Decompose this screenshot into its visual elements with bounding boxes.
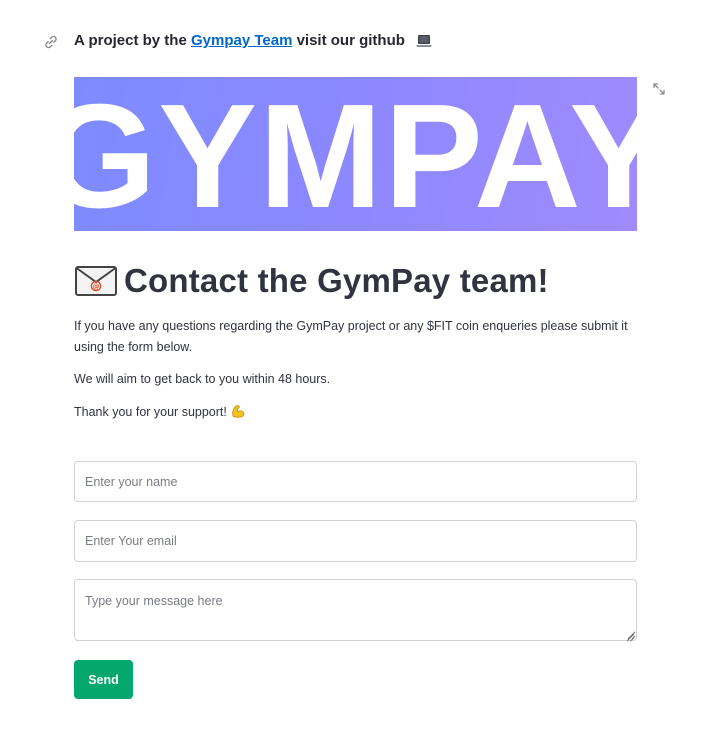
envelope-icon: @ [74, 265, 118, 297]
laptop-icon [415, 34, 433, 52]
name-input[interactable] [74, 461, 637, 502]
svg-text:@: @ [93, 283, 100, 291]
title-row: @ Contact the GymPay team! [74, 259, 549, 303]
page-title: Contact the GymPay team! [124, 262, 549, 299]
response-time-paragraph: We will aim to get back to you within 48… [74, 372, 331, 386]
project-header: A project by the Gympay Team visit our g… [42, 32, 433, 52]
resize-handle-icon[interactable] [626, 629, 635, 642]
gympay-team-link[interactable]: Gympay Team [191, 32, 292, 49]
banner-logo-text: GYMPAY [74, 77, 637, 231]
email-input[interactable] [74, 520, 637, 562]
header-text: A project by the Gympay Team visit our g… [74, 32, 433, 52]
send-button[interactable]: Send [74, 660, 133, 699]
header-suffix: visit our github [292, 32, 405, 49]
thanks-text: Thank you for your support! [74, 405, 227, 419]
message-textarea[interactable] [74, 579, 637, 641]
expand-icon[interactable] [651, 81, 667, 97]
flexed-biceps-icon [230, 403, 246, 426]
intro-paragraph: If you have any questions regarding the … [74, 319, 628, 354]
thanks-paragraph: Thank you for your support! [74, 402, 644, 426]
link-icon[interactable] [42, 33, 60, 51]
header-prefix: A project by the [74, 32, 191, 49]
gympay-banner: GYMPAY [74, 77, 637, 231]
